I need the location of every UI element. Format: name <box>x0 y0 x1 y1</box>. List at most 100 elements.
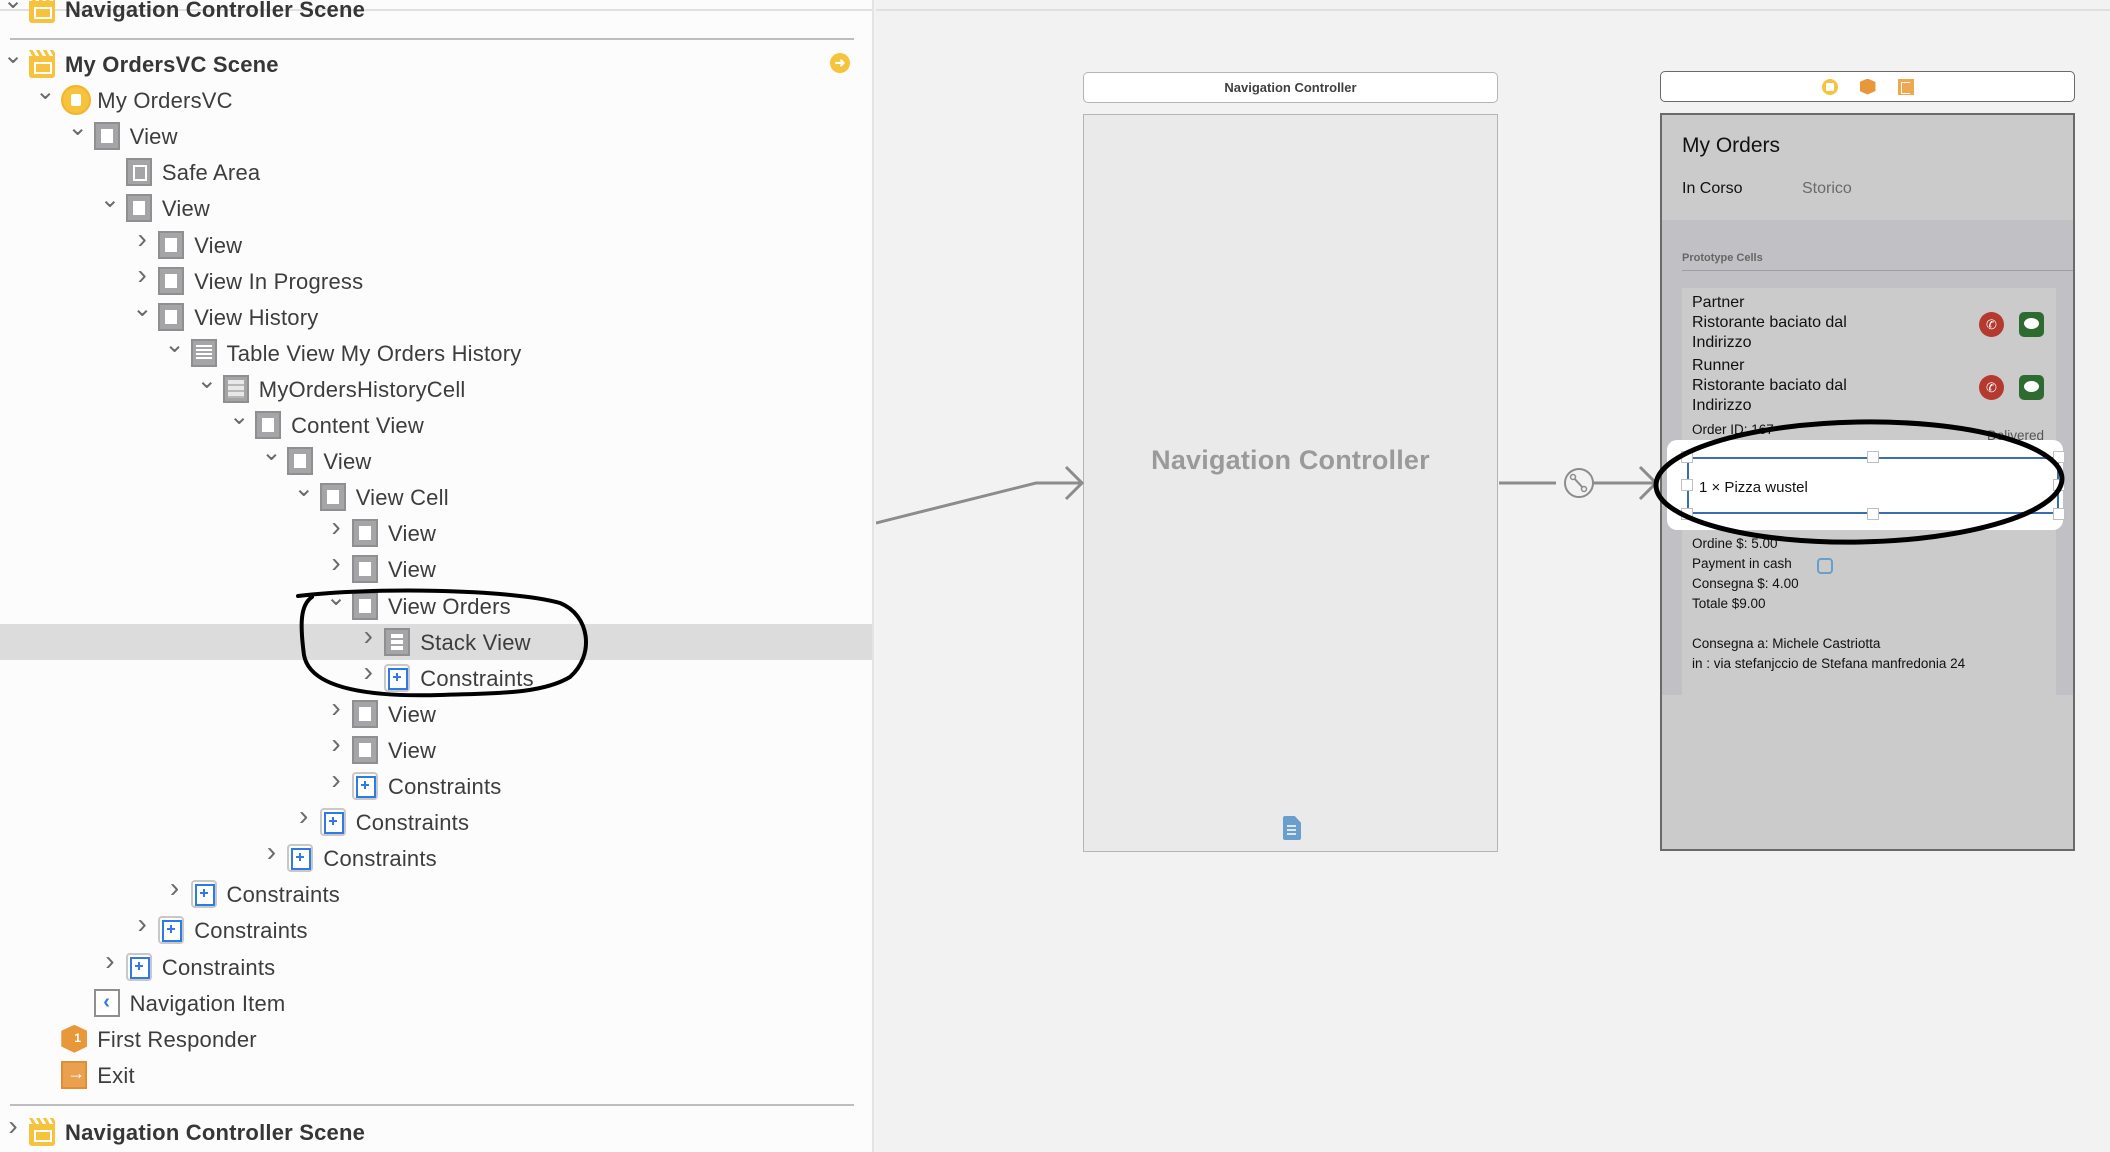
chevron-down-icon[interactable]: ⌄ <box>261 441 281 465</box>
outline-row-constraints[interactable]: › Constraints <box>0 657 872 696</box>
resize-handle[interactable] <box>2053 508 2065 520</box>
chevron-right-icon[interactable]: › <box>261 838 281 866</box>
resize-handle[interactable] <box>2053 479 2065 491</box>
chevron-down-icon[interactable]: ⌄ <box>3 0 23 13</box>
chevron-down-icon[interactable]: ⌄ <box>100 188 120 212</box>
segue-link-icon[interactable] <box>1564 468 1594 498</box>
chevron-right-icon[interactable]: › <box>132 224 152 252</box>
resize-handle[interactable] <box>2053 451 2065 463</box>
nav-controller-scene-dock[interactable]: Navigation Controller <box>1083 72 1498 103</box>
chevron-down-icon[interactable]: ⌄ <box>165 332 185 356</box>
chevron-right-icon[interactable]: › <box>326 693 346 721</box>
outline-row-view[interactable]: › View <box>0 693 872 732</box>
resize-handle[interactable] <box>1867 508 1879 520</box>
chevron-right-icon[interactable]: › <box>326 513 346 541</box>
chevron-right-icon[interactable]: › <box>165 874 185 902</box>
chevron-right-icon[interactable]: › <box>100 946 120 974</box>
outline-row-safe-area[interactable]: Safe Area <box>0 154 872 190</box>
my-orders-scene[interactable]: My Orders In Corso Storico Prototype Cel… <box>1660 113 2075 851</box>
outline-row-table-view-my-orders-history[interactable]: ⌄ Table View My Orders History <box>0 332 872 371</box>
outline-row-view[interactable]: › View <box>0 729 872 768</box>
chevron-right-icon[interactable]: › <box>3 1112 23 1140</box>
resize-handle[interactable] <box>1867 451 1879 463</box>
nav-controller-scene[interactable]: Navigation Controller <box>1083 114 1498 852</box>
resize-handle[interactable] <box>1681 451 1693 463</box>
segment-in-corso[interactable]: In Corso <box>1682 180 1742 198</box>
relationship-segue[interactable] <box>1499 465 1659 501</box>
outline-row-navigation-item[interactable]: ‹ Navigation Item <box>0 985 872 1021</box>
outline-row-view[interactable]: ⌄ View <box>0 116 872 154</box>
chevron-down-icon[interactable]: ⌄ <box>326 585 346 609</box>
delivery-address: in : via stefanjccio de Stefana manfredo… <box>1692 656 1966 671</box>
chevron-right-icon[interactable]: › <box>326 549 346 577</box>
outline-row-view[interactable]: ⌄ View <box>0 441 872 479</box>
outline-row-view-cell[interactable]: ⌄ View Cell <box>0 477 872 515</box>
first-responder-icon[interactable] <box>1859 78 1876 95</box>
outline-row-label: Constraints <box>161 954 276 980</box>
outline-row-constraints[interactable]: › Constraints <box>0 766 872 804</box>
outline-row-myordershistorycell[interactable]: ⌄ MyOrdersHistoryCell <box>0 368 872 407</box>
partner-message-button[interactable] <box>2019 312 2044 337</box>
outline-row-constraints[interactable]: › Constraints <box>0 802 872 840</box>
outline-row-view[interactable]: › View <box>0 549 872 587</box>
outline-row-label: View <box>129 124 178 150</box>
nav-controller-title: Navigation Controller <box>1151 445 1430 475</box>
chevron-down-icon[interactable]: ⌄ <box>132 296 152 320</box>
view-controller-icon <box>61 85 92 116</box>
outline-row-navigation-controller-scene[interactable]: ⌄ Navigation Controller Scene <box>0 0 872 27</box>
outline-row-view[interactable]: ⌄ View <box>0 188 872 226</box>
chevron-down-icon[interactable]: ⌄ <box>3 44 23 68</box>
chevron-right-icon[interactable]: › <box>294 802 314 830</box>
chevron-down-icon[interactable]: ⌄ <box>197 368 217 392</box>
view-icon <box>158 230 185 259</box>
chevron-right-icon[interactable]: › <box>358 657 378 685</box>
outline-row-view-orders[interactable]: ⌄ View Orders <box>0 585 872 624</box>
outline-row-view-in-progress[interactable]: › View In Progress <box>0 260 872 299</box>
runner-call-button[interactable]: ✆ <box>1979 375 2004 400</box>
entry-point-arrow[interactable] <box>876 465 1085 525</box>
outline-row-my-ordersvc-scene[interactable]: ⌄ My OrdersVC Scene <box>0 44 872 82</box>
document-outline: ⌄ Navigation Controller Scene ⌄ My OrdersVC… <box>0 0 874 1152</box>
chevron-right-icon[interactable]: › <box>326 729 346 757</box>
segment-storico[interactable]: Storico <box>1802 180 1852 198</box>
chevron-down-icon[interactable]: ⌄ <box>35 80 55 104</box>
chevron-right-icon[interactable]: › <box>132 260 152 288</box>
outline-row-label: View Orders <box>388 593 511 619</box>
chevron-right-icon[interactable]: › <box>326 766 346 794</box>
outline-row-constraints[interactable]: › Constraints <box>0 874 872 912</box>
chevron-right-icon[interactable]: › <box>358 621 378 649</box>
outline-row-stack-view[interactable]: › Stack View <box>0 621 872 660</box>
outline-row-view[interactable]: › View <box>0 224 872 263</box>
chevron-down-icon[interactable]: ⌄ <box>294 477 314 501</box>
outline-row-first-responder[interactable]: First Responder <box>0 1021 872 1057</box>
outline-row-exit[interactable]: Exit <box>0 1057 872 1093</box>
resize-handle[interactable] <box>1681 508 1693 520</box>
outline-row-my-ordersvc[interactable]: ⌄ My OrdersVC <box>0 80 872 118</box>
scene-icon <box>29 50 55 78</box>
chevron-down-icon[interactable]: ⌄ <box>68 116 88 140</box>
scene-entry-arrow-icon[interactable]: ➜ <box>830 53 850 73</box>
outline-row-content-view[interactable]: ⌄ Content View <box>0 405 872 443</box>
canvas-top-divider <box>876 9 2110 11</box>
partner-call-button[interactable]: ✆ <box>1979 312 2004 337</box>
outline-row-constraints[interactable]: › Constraints <box>0 838 872 876</box>
stack-view-selection[interactable]: 1 × Pizza wustel <box>1667 440 2065 530</box>
outline-row-constraints[interactable]: › Constraints <box>0 910 872 948</box>
view-controller-icon[interactable] <box>1821 78 1838 95</box>
outline-row-label: View <box>388 557 437 583</box>
outline-row-view-history[interactable]: ⌄ View History <box>0 296 872 335</box>
chevron-down-icon[interactable]: ⌄ <box>229 405 249 429</box>
exit-icon[interactable] <box>1897 78 1914 95</box>
outline-row-label: My OrdersVC Scene <box>65 52 279 77</box>
chevron-right-icon[interactable]: › <box>132 910 152 938</box>
orders-history-cell[interactable]: Partner Ristorante baciato dal Indirizzo… <box>1667 288 2065 748</box>
outline-row-view[interactable]: › View <box>0 513 872 551</box>
outline-row-navigation-controller-scene[interactable]: › Navigation Controller Scene <box>0 1112 872 1150</box>
storyboard-canvas[interactable]: Navigation Controller Navigation Control… <box>876 0 2110 1152</box>
stack-view[interactable]: 1 × Pizza wustel <box>1687 457 2059 514</box>
resize-handle[interactable] <box>1681 479 1693 491</box>
outline-row-constraints[interactable]: › Constraints <box>0 946 872 985</box>
order-total: Totale $9.00 <box>1692 596 1766 611</box>
runner-message-button[interactable] <box>2019 375 2044 400</box>
my-orders-scene-dock[interactable] <box>1660 71 2075 102</box>
